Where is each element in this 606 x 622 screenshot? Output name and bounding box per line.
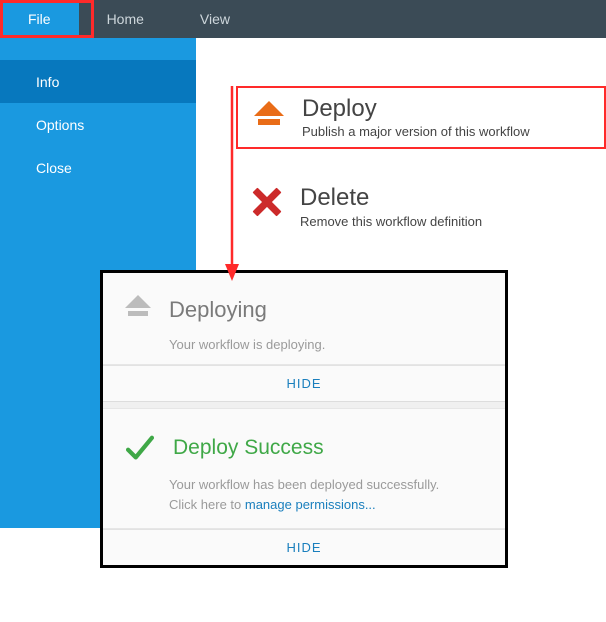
sidebar-item-options[interactable]: Options	[0, 103, 196, 146]
manage-permissions-link[interactable]: manage permissions...	[245, 497, 376, 512]
deploying-message: Your workflow is deploying.	[169, 337, 485, 352]
tab-view-label: View	[200, 11, 230, 27]
hide-label: HIDE	[286, 376, 321, 391]
deploying-title: Deploying	[169, 297, 267, 323]
tab-file-label: File	[28, 11, 51, 27]
success-block: Deploy Success Your workflow has been de…	[103, 409, 505, 529]
hide-label: HIDE	[286, 540, 321, 555]
deploying-block: Deploying Your workflow is deploying.	[103, 273, 505, 365]
deploy-upload-icon	[252, 96, 286, 130]
deploy-status-card: Deploying Your workflow is deploying. HI…	[100, 270, 508, 568]
sidebar-item-label: Info	[36, 74, 59, 90]
deploying-hide-button[interactable]: HIDE	[103, 365, 505, 401]
tab-home-label: Home	[107, 11, 144, 27]
delete-subtitle: Remove this workflow definition	[300, 214, 482, 229]
sidebar-item-info[interactable]: Info	[0, 60, 196, 103]
sidebar-item-label: Close	[36, 160, 72, 176]
success-title: Deploy Success	[173, 436, 324, 460]
status-separator	[103, 401, 505, 409]
deploying-icon	[123, 295, 153, 325]
sidebar-item-close[interactable]: Close	[0, 146, 196, 189]
top-menu-bar: File Home View	[0, 0, 606, 38]
deploy-title: Deploy	[302, 96, 530, 122]
deploy-action[interactable]: Deploy Publish a major version of this w…	[236, 86, 606, 149]
tab-view[interactable]: View	[172, 0, 258, 38]
success-hide-button[interactable]: HIDE	[103, 529, 505, 565]
sidebar-item-label: Options	[36, 117, 84, 133]
success-check-icon	[123, 431, 157, 465]
deploy-subtitle: Publish a major version of this workflow	[302, 124, 530, 139]
delete-x-icon	[250, 185, 284, 219]
success-message: Your workflow has been deployed successf…	[169, 475, 469, 514]
delete-title: Delete	[300, 185, 482, 211]
delete-action[interactable]: Delete Remove this workflow definition	[236, 177, 606, 236]
tab-home[interactable]: Home	[79, 0, 172, 38]
tab-file[interactable]: File	[0, 0, 79, 38]
